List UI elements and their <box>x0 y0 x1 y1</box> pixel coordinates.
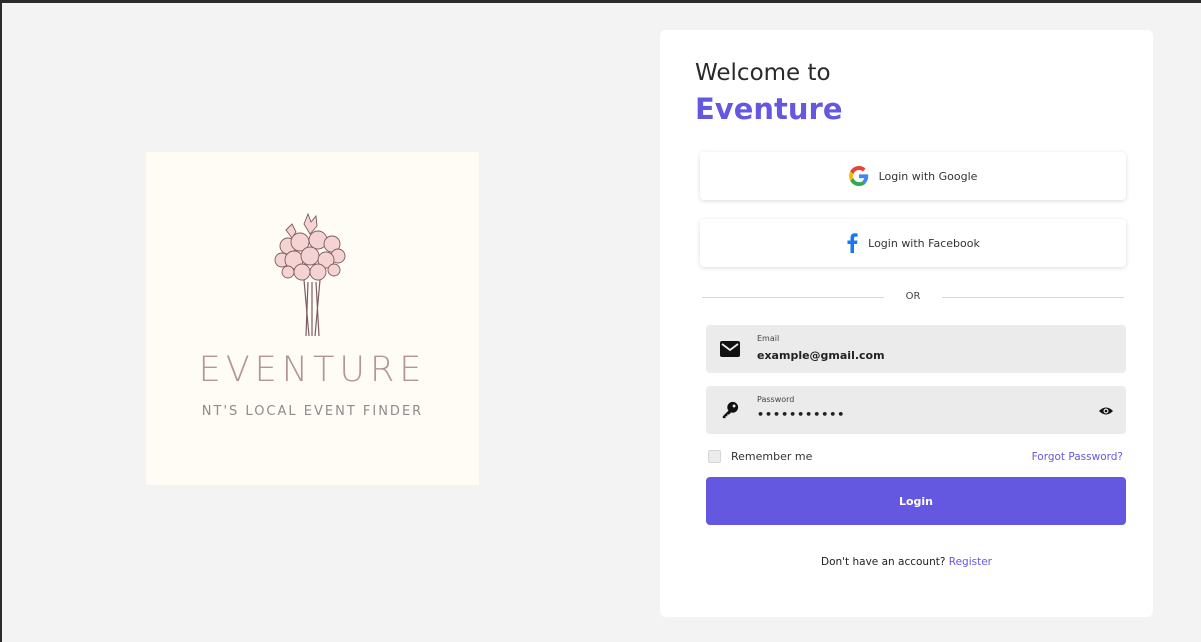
login-button-label: Login <box>898 494 934 508</box>
register-link[interactable]: Register <box>949 556 992 568</box>
password-value[interactable]: ••••••••••• <box>757 408 845 421</box>
logo-subtitle: NT'S LOCAL EVENT FINDER <box>201 404 424 419</box>
remember-me-checkbox[interactable] <box>708 450 721 463</box>
register-row: Don't have an account? Register <box>660 556 1153 568</box>
password-field[interactable]: Password ••••••••••• <box>706 386 1126 434</box>
email-label: Email <box>757 334 780 343</box>
divider-line-right <box>942 297 1124 298</box>
divider-line-left <box>702 297 884 298</box>
logo-panel: EVENTURE NT'S LOCAL EVENT FINDER <box>146 152 479 485</box>
welcome-heading: Welcome to <box>695 60 831 86</box>
email-field[interactable]: Email example@gmail.com <box>706 325 1126 373</box>
or-text: OR <box>905 291 921 302</box>
login-with-facebook-button[interactable]: Login with Facebook <box>700 219 1126 267</box>
remember-me[interactable]: Remember me <box>708 450 812 463</box>
flower-bouquet-icon <box>274 212 346 337</box>
brand-heading: Eventure <box>695 92 843 126</box>
no-account-text: Don't have an account? <box>820 556 946 568</box>
login-button[interactable]: Login <box>706 477 1126 525</box>
logo-title: EVENTURE <box>198 350 427 390</box>
key-icon <box>722 401 739 419</box>
login-card: Welcome to Eventure Login with Google Lo… <box>660 30 1153 617</box>
email-value[interactable]: example@gmail.com <box>757 349 885 362</box>
or-divider: OR <box>702 290 1124 306</box>
google-icon <box>848 166 868 186</box>
remember-me-label: Remember me <box>731 450 813 463</box>
facebook-button-label: Login with Facebook <box>868 236 980 250</box>
facebook-icon <box>847 233 858 253</box>
password-label: Password <box>757 395 795 404</box>
mail-icon <box>720 341 740 357</box>
eye-icon[interactable] <box>1099 406 1113 416</box>
google-button-label: Login with Google <box>878 169 978 183</box>
forgot-password-link[interactable]: Forgot Password? <box>1032 451 1123 463</box>
login-with-google-button[interactable]: Login with Google <box>700 152 1126 200</box>
